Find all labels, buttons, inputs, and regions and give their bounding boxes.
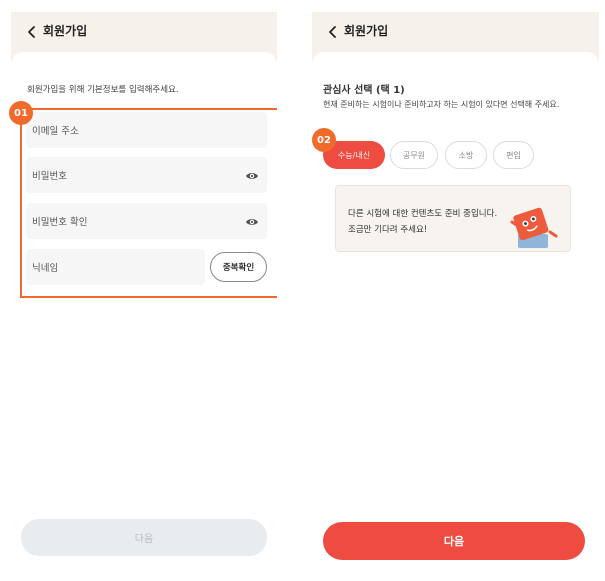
page-title: 회원가입: [344, 24, 389, 38]
nickname-field[interactable]: 닉네임: [26, 249, 205, 285]
coming-soon-notice: 다른 시험에 대한 컨텐츠도 준비 중입니다. 조금만 기다려 주세요!: [335, 185, 571, 252]
notice-line-1: 다른 시험에 대한 컨텐츠도 준비 중입니다.: [348, 209, 498, 219]
chip-civil-service[interactable]: 공무원: [390, 141, 438, 169]
signup-screen-basic-info: 회원가입 회원가입을 위해 기본정보를 입력해주세요. 이메일 주소 비밀번호 …: [11, 12, 277, 581]
intro-text: 회원가입을 위해 기본정보를 입력해주세요.: [27, 85, 179, 95]
eye-icon[interactable]: [245, 214, 259, 228]
password-confirm-field[interactable]: 비밀번호 확인: [26, 203, 267, 239]
eye-icon[interactable]: [245, 168, 259, 182]
next-button[interactable]: 다음: [323, 522, 585, 560]
page-title: 회원가입: [43, 24, 88, 38]
email-placeholder: 이메일 주소: [32, 126, 79, 137]
step-badge-02: 02: [312, 128, 336, 152]
password-confirm-placeholder: 비밀번호 확인: [32, 217, 88, 228]
duplicate-check-button[interactable]: 중복확인: [210, 252, 267, 282]
email-field[interactable]: 이메일 주소: [26, 112, 267, 148]
next-button-disabled[interactable]: 다음: [21, 519, 267, 556]
notice-line-2: 조금만 기다려 주세요!: [348, 225, 428, 235]
back-arrow-icon[interactable]: [326, 24, 340, 40]
password-placeholder: 비밀번호: [32, 171, 67, 182]
chip-fire[interactable]: 소방: [445, 141, 487, 169]
password-field[interactable]: 비밀번호: [26, 157, 267, 193]
interest-section-desc: 현재 준비하는 시험이나 준비하고자 하는 시험이 있다면 선택해 주세요.: [323, 100, 560, 109]
back-arrow-icon[interactable]: [25, 24, 39, 40]
content-sheet: [312, 52, 599, 581]
chip-transfer[interactable]: 편입: [493, 141, 534, 169]
signup-screen-interest: 회원가입 관심사 선택 (택 1) 현재 준비하는 시험이나 준비하고자 하는 …: [312, 12, 599, 581]
step-badge-01: 01: [9, 101, 33, 125]
mascot-illustration: [508, 202, 560, 250]
interest-section-title: 관심사 선택 (택 1): [323, 85, 405, 96]
nickname-placeholder: 닉네임: [32, 263, 59, 274]
